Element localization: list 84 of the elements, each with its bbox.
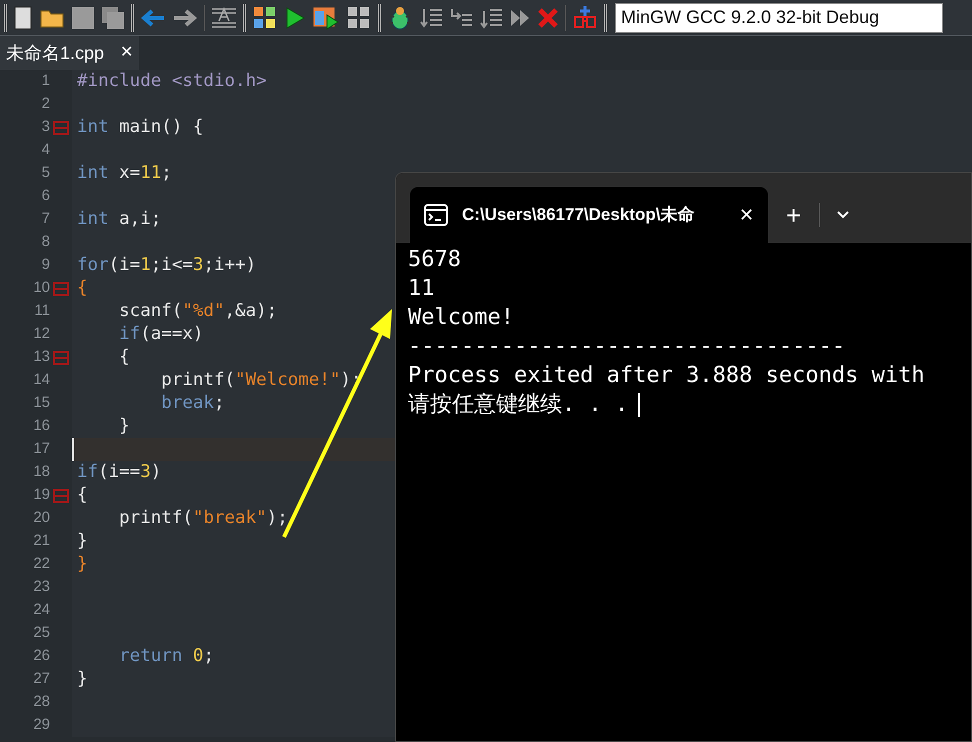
file-tab[interactable]: 未命名1.cpp ✕	[0, 36, 140, 70]
file-tab-label: 未命名1.cpp	[6, 42, 104, 65]
fast-forward-icon[interactable]	[509, 8, 531, 28]
line-number: 29	[32, 715, 50, 736]
code-line: printf("break");	[118, 507, 288, 530]
code-line: #include <stdio.h>	[77, 70, 267, 94]
code-line: }	[77, 553, 88, 576]
code-line: return 0;	[118, 645, 214, 668]
line-number: 3	[40, 117, 50, 138]
code-line: int x=11;	[77, 162, 172, 186]
line-number: 23	[32, 577, 50, 598]
terminal-tab-title: C:\Users\86177\Desktop\未命	[462, 204, 694, 226]
line-number: 9	[40, 255, 50, 276]
console-output-line: 11	[408, 276, 434, 301]
line-number: 4	[40, 140, 50, 160]
line-number: 17	[32, 439, 50, 460]
terminal-icon	[424, 204, 448, 226]
code-line: if(a==x)	[118, 323, 204, 346]
code-line: break;	[160, 392, 225, 416]
save-all-icon[interactable]	[101, 6, 125, 30]
code-line: scanf("%d",&a);	[118, 300, 278, 324]
line-number: 21	[32, 531, 50, 552]
close-tab-button[interactable]: ✕	[739, 202, 754, 228]
code-line: }	[118, 415, 130, 438]
new-file-icon[interactable]	[13, 6, 33, 30]
code-line: if(i==3)	[77, 461, 162, 484]
code-line: {	[77, 484, 88, 508]
line-number: 2	[40, 94, 50, 114]
code-line: int main() {	[77, 116, 204, 140]
save-icon[interactable]	[71, 6, 95, 30]
console-output-line: ---------------------------------	[408, 334, 846, 359]
line-number: 24	[32, 600, 50, 620]
step-out-icon[interactable]	[479, 6, 503, 28]
line-number: 19	[32, 485, 50, 506]
compile-run-icon[interactable]	[312, 4, 340, 30]
run-icon[interactable]	[284, 6, 306, 30]
line-number: 20	[32, 508, 50, 528]
code-line: }	[77, 668, 88, 692]
step-list-icon[interactable]	[419, 6, 443, 28]
line-number: 8	[40, 232, 50, 252]
line-number: 28	[32, 692, 50, 712]
line-number: 5	[40, 163, 50, 184]
terminal-tab[interactable]: C:\Users\86177\Desktop\未命 ✕	[410, 187, 768, 243]
text-cursor	[638, 392, 640, 417]
console-output-line: Welcome!	[408, 305, 514, 330]
code-line: }	[77, 530, 88, 554]
line-number: 27	[32, 669, 50, 690]
new-tab-button[interactable]: +	[774, 187, 814, 243]
line-number: 18	[32, 462, 50, 482]
dropdown-caret-icon[interactable]	[836, 210, 850, 220]
code-line: for(i=1;i<=3;i++)	[77, 254, 256, 278]
line-number: 12	[32, 324, 50, 344]
fold-marker-icon[interactable]	[53, 488, 69, 502]
line-number: 26	[32, 646, 50, 666]
format-text-icon[interactable]	[211, 6, 237, 28]
line-number: 16	[32, 416, 50, 436]
line-number: 6	[40, 186, 50, 206]
line-number: 13	[32, 347, 50, 368]
code-line: {	[77, 277, 88, 300]
line-number: 1	[40, 71, 50, 92]
close-tab-button[interactable]: ✕	[120, 41, 134, 65]
step-into-icon[interactable]	[449, 6, 473, 28]
code-line: int a,i;	[77, 208, 162, 232]
code-line: {	[118, 346, 130, 370]
line-number: 25	[32, 623, 50, 644]
back-arrow-icon[interactable]	[140, 8, 166, 28]
console-output-line: Process exited after 3.888 seconds with	[408, 363, 925, 388]
watch-glasses-icon[interactable]	[572, 4, 598, 30]
line-number: 11	[33, 301, 50, 322]
fold-marker-icon[interactable]	[53, 282, 69, 296]
line-number: 15	[32, 393, 50, 414]
fold-marker-icon[interactable]	[53, 350, 69, 364]
line-number: 10	[32, 278, 50, 298]
compiler-dropdown[interactable]: MinGW GCC 9.2.0 32-bit Debug	[615, 2, 943, 32]
fold-marker-icon[interactable]	[53, 120, 69, 134]
line-number: 7	[40, 209, 50, 230]
stop-icon[interactable]	[537, 6, 559, 28]
line-number: 14	[32, 370, 50, 390]
compile-grid-icon[interactable]	[252, 4, 278, 30]
forward-arrow-icon[interactable]	[172, 8, 198, 28]
grid-icon[interactable]	[346, 4, 372, 30]
console-output-line: 5678	[408, 247, 461, 272]
line-number: 22	[32, 554, 50, 574]
console-output-line: 请按任意键继续. . .	[408, 392, 628, 417]
